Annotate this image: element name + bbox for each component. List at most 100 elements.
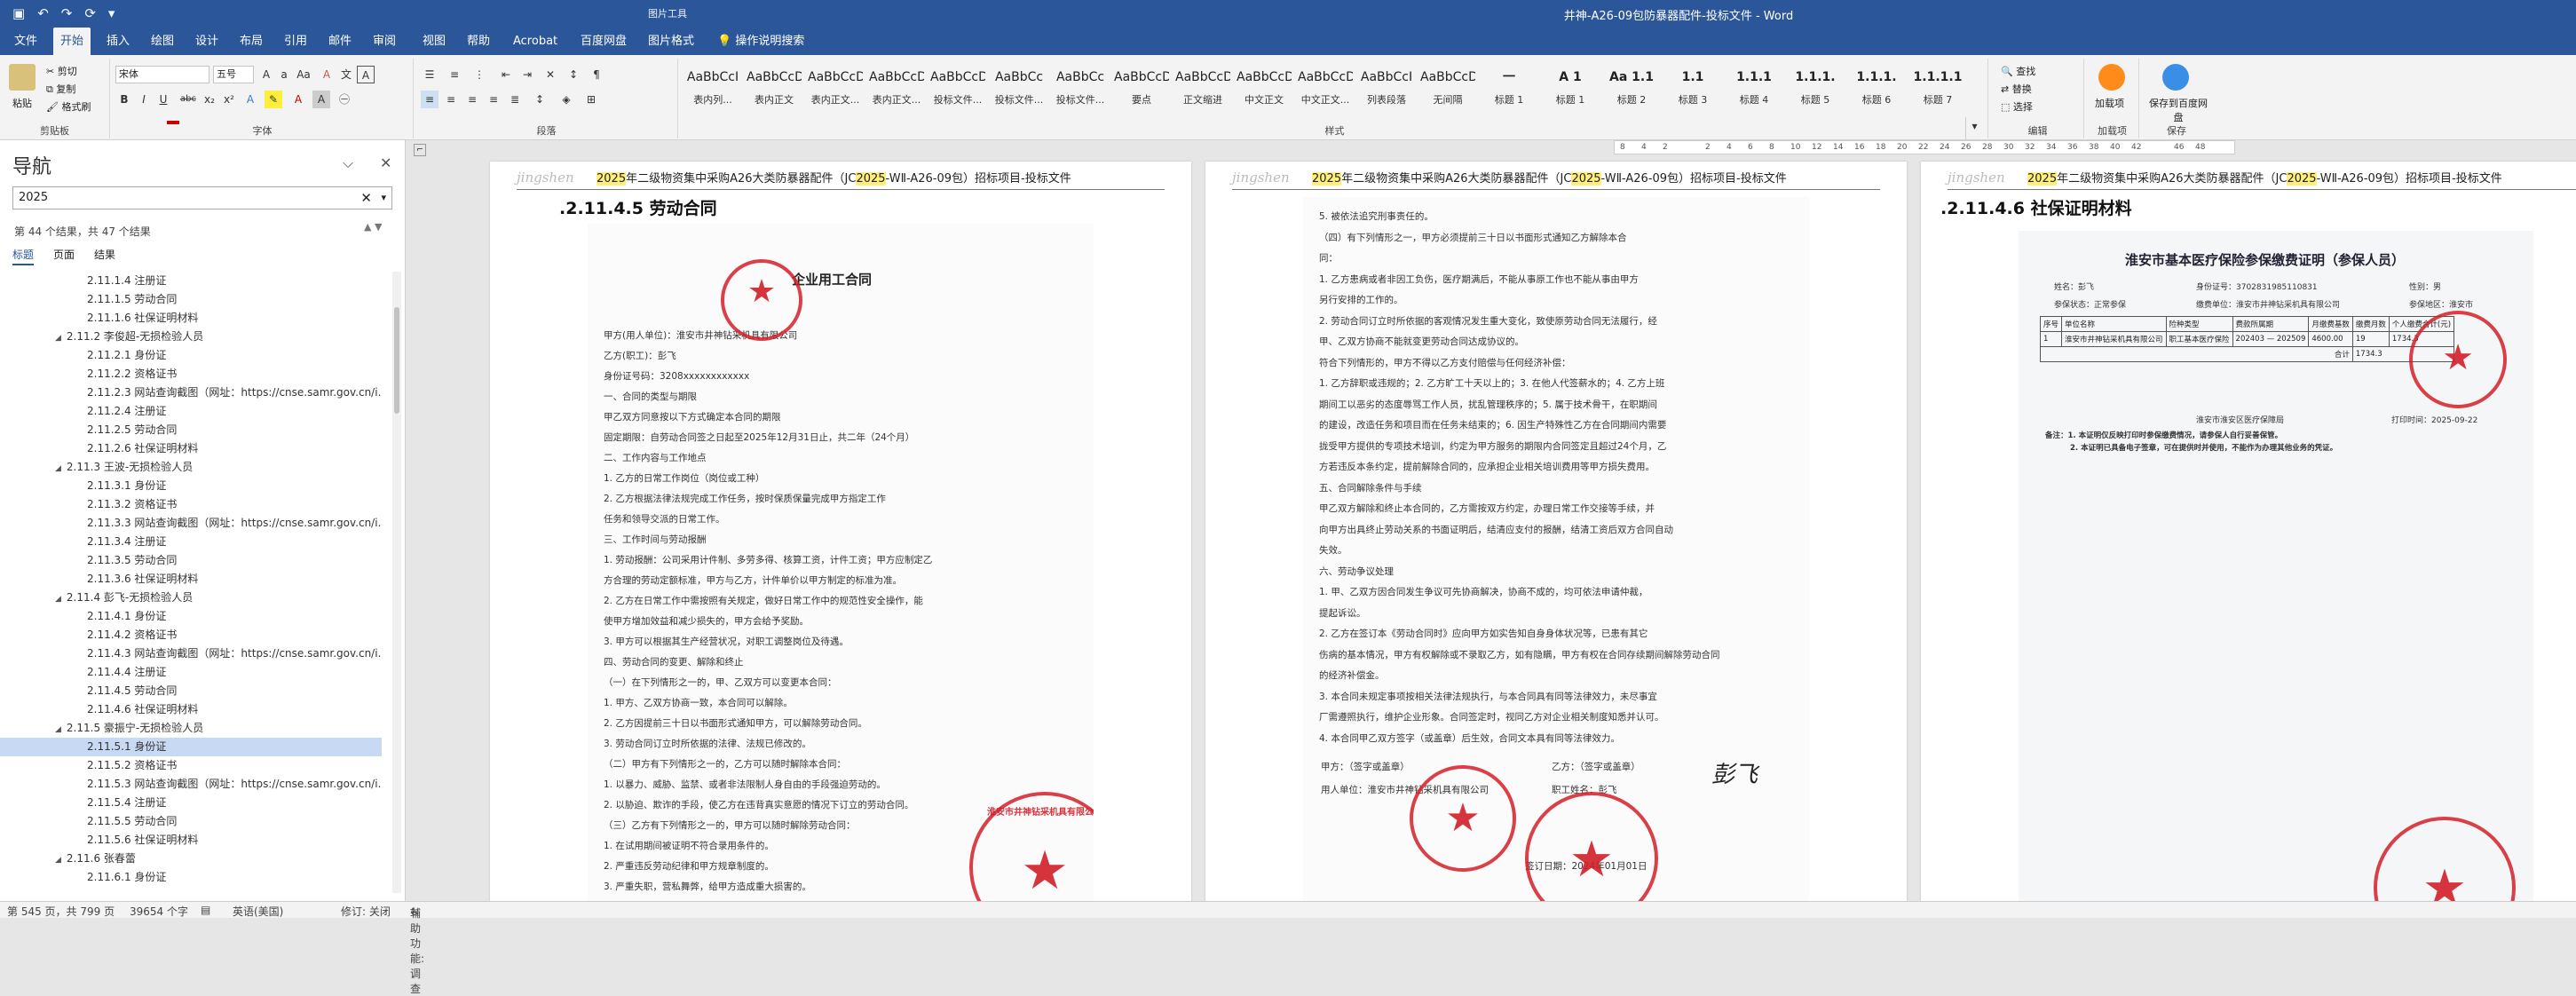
style-item[interactable]: AaBbCcD 中文正文... (1298, 62, 1353, 117)
collapse-triangle-icon[interactable]: ◢ (55, 595, 61, 604)
ruler-toggle-icon[interactable]: ⌐ (414, 144, 426, 156)
style-item[interactable]: AaBbCc 投标文件... (992, 62, 1047, 117)
contract-scan[interactable]: 企业用工合同 甲方(用人单位)：淮安市井神钻采机具有限公司 乙方(职工)：彭飞 身份… (588, 224, 1094, 901)
page-2[interactable]: jingshen 2025年二级物资集中采购A26大类防暴器配件（JC2025-W… (1205, 162, 1907, 901)
nav-heading-item[interactable]: 2.11.5.2 资格证书 (0, 756, 382, 775)
next-result-icon[interactable]: ▼ (375, 221, 382, 233)
insurance-certificate-scan[interactable]: 淮安市基本医疗保险参保缴费证明（参保人员） 姓名：彭飞 身份证号：3702831… (2019, 231, 2533, 901)
nav-scrollbar[interactable] (392, 272, 401, 893)
nav-heading-item[interactable]: 2.11.4.4 注册证 (0, 663, 382, 682)
tab-picture-format[interactable]: 图片格式 (641, 28, 701, 55)
enclose-char-icon[interactable]: ㊀ (336, 91, 353, 108)
clear-format-icon[interactable]: A (318, 66, 336, 83)
tab-review[interactable]: 审阅 (366, 28, 403, 55)
tab-layout[interactable]: 布局 (233, 28, 270, 55)
distributed-icon[interactable]: ≣ (506, 91, 524, 108)
tab-help[interactable]: 帮助 (460, 28, 497, 55)
cloud-icon[interactable] (2162, 64, 2189, 91)
format-painter-button[interactable]: 🖌 格式刷 (46, 99, 91, 114)
nav-heading-item[interactable]: 2.11.4.6 社保证明材料 (0, 700, 382, 719)
clear-search-icon[interactable]: ✕ (360, 187, 372, 209)
nav-heading-item[interactable]: 2.11.4.3 网站查询截图（网址：https://cnse.samr.gov… (0, 644, 382, 663)
nav-heading-item[interactable]: 2.11.1.4 注册证 (0, 272, 382, 290)
tab-insert[interactable]: 插入 (99, 28, 137, 55)
borders-icon[interactable]: ⊞ (582, 91, 600, 108)
nav-heading-item[interactable]: 2.11.1.6 社保证明材料 (0, 309, 382, 328)
multilevel-list-icon[interactable]: ⋮ (470, 66, 488, 83)
bold-button[interactable]: B (115, 91, 133, 108)
tab-view[interactable]: 视图 (415, 28, 453, 55)
nav-heading-item[interactable]: 2.11.4.1 身份证 (0, 607, 382, 626)
copy-button[interactable]: ⧉ 复制 (46, 82, 75, 96)
char-border-icon[interactable]: A (357, 66, 375, 83)
style-item[interactable]: 1.1.1 标题 4 (1727, 62, 1782, 117)
nav-heading-item[interactable]: 2.11.1.5 劳动合同 (0, 290, 382, 309)
align-left-icon[interactable]: ≡ (421, 91, 439, 108)
collapse-triangle-icon[interactable]: ◢ (55, 464, 61, 473)
tab-baidu-netdisk[interactable]: 百度网盘 (573, 28, 634, 55)
style-item[interactable]: 1.1 标题 3 (1665, 62, 1720, 117)
shading-icon[interactable]: ◈ (557, 91, 575, 108)
previous-result-icon[interactable]: ▲ (364, 221, 371, 233)
nav-heading-group[interactable]: ◢ 2.11.3 王波-无损检验人员 (0, 458, 382, 477)
style-item[interactable]: AaBbCcDd 无间隔 (1420, 62, 1475, 117)
sort-icon[interactable]: ↕ (565, 66, 582, 83)
nav-heading-item[interactable]: 2.11.3.2 资格证书 (0, 495, 382, 514)
nav-heading-item[interactable]: 2.11.2.2 资格证书 (0, 365, 382, 383)
tab-results[interactable]: 结果 (94, 247, 115, 265)
collapse-triangle-icon[interactable]: ◢ (55, 725, 61, 734)
nav-heading-item[interactable]: 2.11.3.1 身份证 (0, 477, 382, 495)
nav-heading-item[interactable]: 2.11.2.1 身份证 (0, 346, 382, 365)
char-shading-icon[interactable]: A (312, 91, 330, 108)
nav-heading-item[interactable]: 2.11.4.5 劳动合同 (0, 682, 382, 700)
nav-heading-item[interactable]: 2.11.3.5 劳动合同 (0, 551, 382, 570)
increase-indent-icon[interactable]: ⇥ (518, 66, 536, 83)
font-name-combo[interactable]: 宋体 (115, 66, 209, 83)
nav-heading-item[interactable]: 2.11.5.6 社保证明材料 (0, 831, 382, 850)
phonetic-icon[interactable]: 文 (337, 66, 355, 83)
nav-heading-group[interactable]: ◢ 2.11.4 彭飞-无损检验人员 (0, 589, 382, 607)
nav-heading-item[interactable]: 2.11.2.6 社保证明材料 (0, 439, 382, 458)
paste-button[interactable]: 粘贴 (12, 96, 32, 110)
style-item[interactable]: A 1 标题 1 (1543, 62, 1598, 117)
nav-heading-group[interactable]: ◢ 2.11.2 李俊超-无损检验人员 (0, 328, 382, 346)
select-button[interactable]: ⬚ 选择 (2001, 99, 2033, 114)
bullets-icon[interactable]: ☰ (421, 66, 439, 83)
shrink-font-icon[interactable]: a (275, 66, 293, 83)
collapse-triangle-icon[interactable]: ◢ (55, 334, 61, 343)
tab-draw[interactable]: 绘图 (144, 28, 181, 55)
tell-me-search[interactable]: 💡 操作说明搜索 (717, 28, 804, 55)
style-item[interactable]: Aa 1.1 标题 2 (1604, 62, 1659, 117)
collapse-triangle-icon[interactable]: ◢ (55, 856, 61, 865)
nav-heading-item[interactable]: 2.11.4.2 资格证书 (0, 626, 382, 644)
nav-heading-item[interactable]: 2.11.5.5 劳动合同 (0, 812, 382, 831)
page-count[interactable]: 第 545 页，共 799 页 (7, 904, 115, 919)
nav-heading-item[interactable]: 2.11.6.1 身份证 (0, 868, 382, 887)
nav-heading-item[interactable]: 2.11.2.5 劳动合同 (0, 421, 382, 439)
search-options-icon[interactable]: ▾ (381, 187, 386, 209)
tab-home[interactable]: 开始 (53, 28, 91, 55)
grow-font-icon[interactable]: A (257, 66, 275, 83)
style-item[interactable]: 1.1.1. 标题 6 (1849, 62, 1904, 117)
text-effects-button[interactable]: A (241, 91, 259, 108)
style-item[interactable]: AaBbCcDd 投标文件... (930, 62, 985, 117)
align-center-icon[interactable]: ≡ (442, 91, 460, 108)
scroll-thumb[interactable] (394, 307, 399, 414)
style-item[interactable]: AaBbCcDd 表内正文... (808, 62, 863, 117)
line-spacing-icon[interactable]: ↕ (531, 91, 549, 108)
font-size-combo[interactable]: 五号 (213, 66, 254, 83)
cut-button[interactable]: ✂ 剪切 (46, 64, 77, 78)
style-item[interactable]: 1.1.1. 标题 5 (1788, 62, 1843, 117)
find-button[interactable]: 🔍 查找 (2001, 64, 2035, 78)
justify-icon[interactable]: ≡ (485, 91, 502, 108)
tab-design[interactable]: 设计 (188, 28, 225, 55)
change-case-icon[interactable]: Aa (295, 66, 312, 83)
nav-heading-item[interactable]: 2.11.2.3 网站查询截图（网址：https://cnse.samr.gov… (0, 383, 382, 402)
save-to-baidu-button[interactable]: 保存到百度网盘 (2145, 96, 2212, 124)
numbering-icon[interactable]: ≡ (446, 66, 463, 83)
contract-scan-2[interactable]: 5. 被依法追究刑事责任的。 （四）有下列情形之一，甲方必须提前三十日以书面形式通… (1303, 197, 1809, 901)
nav-heading-item[interactable]: 2.11.5.1 身份证 (0, 738, 382, 756)
nav-heading-item[interactable]: 2.11.3.3 网站查询截图（网址：https://cnse.samr.gov… (0, 514, 382, 533)
chevron-down-icon[interactable]: ⌵ (343, 154, 353, 172)
style-item[interactable]: AaBbCcDd 正文缩进 (1175, 62, 1230, 117)
